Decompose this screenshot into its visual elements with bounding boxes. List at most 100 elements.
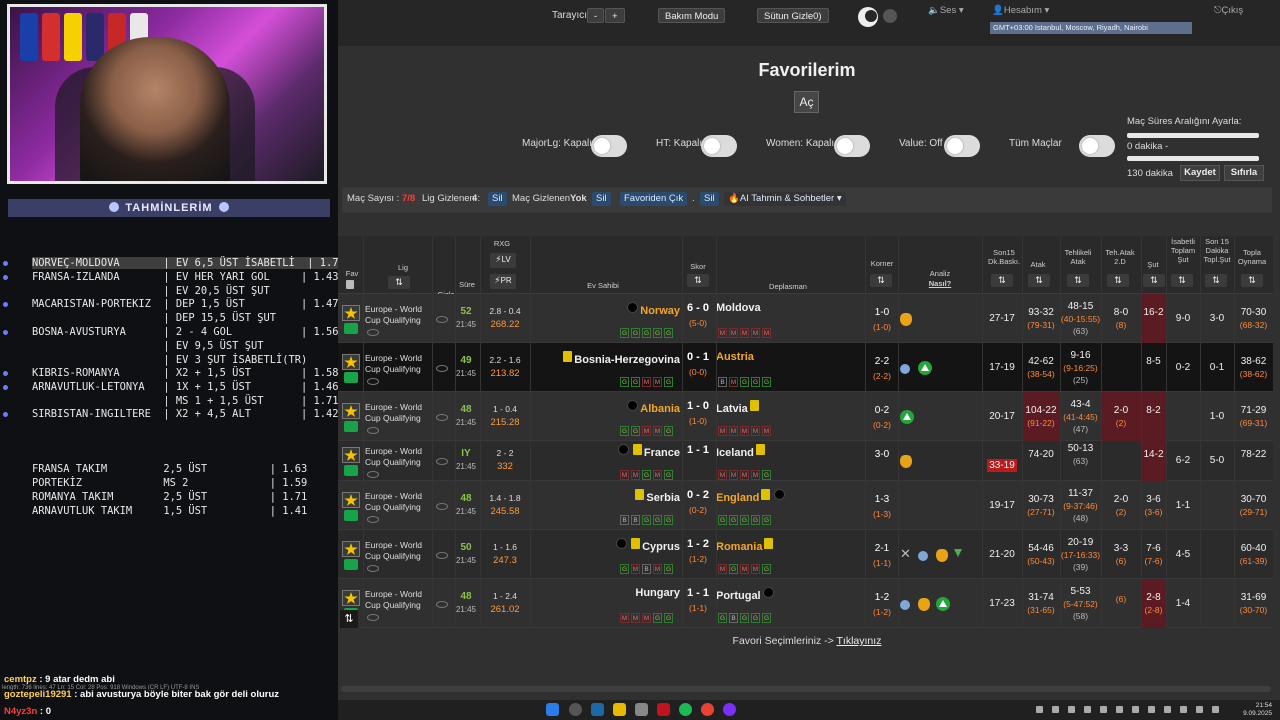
tray-icon[interactable]	[1084, 706, 1091, 713]
sort-button[interactable]: ⇅	[991, 274, 1013, 287]
tray-icon[interactable]	[1052, 706, 1059, 713]
reset-button[interactable]: Sıfırla	[1224, 165, 1264, 181]
money-bag-icon[interactable]	[918, 598, 930, 611]
spotify-icon[interactable]	[679, 703, 692, 716]
away-team[interactable]: Moldova	[716, 302, 761, 314]
tray-icon[interactable]	[1148, 706, 1155, 713]
logout-link[interactable]: ⎋Çıkış	[1214, 5, 1243, 16]
folder-icon[interactable]	[613, 703, 626, 716]
save-button[interactable]: Kaydet	[1180, 165, 1220, 181]
bomb-icon[interactable]	[900, 364, 910, 374]
zoom-in-button[interactable]: +	[605, 8, 625, 23]
sort-toggle-icon[interactable]: ⇅	[340, 610, 358, 628]
away-team[interactable]: Romania	[716, 538, 775, 553]
range-slider-min[interactable]	[1127, 133, 1259, 138]
sound-menu[interactable]: 🔈Ses ▾	[928, 5, 964, 16]
eye-icon[interactable]	[367, 378, 379, 385]
away-team[interactable]: Portugal	[716, 587, 776, 602]
sort-button[interactable]: ⇅	[870, 274, 892, 287]
league-name[interactable]: Europe - World Cup Qualifying	[365, 402, 435, 424]
live-tv-icon[interactable]	[344, 323, 358, 334]
live-tv-icon[interactable]	[344, 559, 358, 570]
system-clock[interactable]: 21:54 9.09.2025	[1243, 702, 1272, 718]
lv-sort-button[interactable]: ⚡LV	[490, 253, 516, 268]
zoom-out-button[interactable]: -	[587, 8, 605, 23]
money-bag-icon[interactable]	[936, 549, 948, 562]
hide-eye-icon[interactable]	[436, 414, 448, 421]
home-team[interactable]: Bosnia-Herzegovina	[561, 351, 680, 366]
live-tv-icon[interactable]	[344, 372, 358, 383]
sort-button[interactable]: ⇅	[1205, 274, 1227, 287]
steam-icon[interactable]	[591, 703, 604, 716]
arrow-up-icon[interactable]	[936, 597, 950, 611]
live-tv-icon[interactable]	[344, 421, 358, 432]
horizontal-scrollbar[interactable]	[341, 686, 1271, 692]
home-team[interactable]: Albania	[625, 400, 680, 415]
home-team[interactable]: Hungary	[635, 587, 680, 599]
opera-icon[interactable]	[657, 703, 670, 716]
money-bag-icon[interactable]	[900, 313, 912, 326]
tray-icon[interactable]	[1212, 706, 1219, 713]
toggle-switch[interactable]	[1079, 135, 1115, 157]
crossed-tools-icon[interactable]: ✕	[900, 546, 911, 562]
away-team[interactable]: Iceland	[716, 444, 767, 459]
footer-link[interactable]: Tıklayınız	[837, 635, 882, 647]
hide-eye-icon[interactable]	[436, 503, 448, 510]
tray-icon[interactable]	[1180, 706, 1187, 713]
away-team[interactable]: Latvia	[716, 400, 761, 415]
away-team[interactable]: Austria	[716, 351, 754, 363]
tray-icon[interactable]	[1164, 706, 1171, 713]
league-name[interactable]: Europe - World Cup Qualifying	[365, 589, 435, 611]
hide-eye-icon[interactable]	[436, 458, 448, 465]
sort-button[interactable]: ⇅	[1107, 274, 1129, 287]
clear-leagues-button[interactable]: Sil	[488, 192, 507, 206]
pr-sort-button[interactable]: ⚡PR	[490, 274, 516, 289]
sort-button[interactable]: ⇅	[1241, 274, 1263, 287]
search-icon[interactable]	[569, 703, 582, 716]
sort-button[interactable]: ⇅	[1067, 274, 1089, 287]
arrow-up-icon[interactable]	[900, 410, 914, 424]
tray-icon[interactable]	[1100, 706, 1107, 713]
home-team[interactable]: Serbia	[633, 489, 680, 504]
chrome-icon[interactable]	[701, 703, 714, 716]
trash-icon[interactable]	[346, 280, 354, 289]
hide-eye-icon[interactable]	[436, 316, 448, 323]
nasil-link[interactable]: Nasıl?	[928, 279, 952, 288]
dark-mode-icon[interactable]	[883, 9, 897, 23]
open-button[interactable]: Aç	[794, 91, 819, 113]
league-name[interactable]: Europe - World Cup Qualifying	[365, 304, 435, 326]
hide-eye-icon[interactable]	[436, 365, 448, 372]
live-tv-icon[interactable]	[344, 510, 358, 521]
home-team[interactable]: France	[616, 444, 680, 459]
league-name[interactable]: Europe - World Cup Qualifying	[365, 540, 435, 562]
tray-icon[interactable]	[1196, 706, 1203, 713]
cocktail-icon[interactable]	[954, 549, 962, 561]
eye-icon[interactable]	[367, 329, 379, 336]
range-slider-max[interactable]	[1127, 156, 1259, 161]
eye-icon[interactable]	[367, 471, 379, 478]
league-name[interactable]: Europe - World Cup Qualifying	[365, 446, 435, 468]
eye-icon[interactable]	[367, 565, 379, 572]
theme-toggle-icon[interactable]	[858, 7, 878, 27]
bomb-icon[interactable]	[900, 600, 910, 610]
hide-eye-icon[interactable]	[436, 552, 448, 559]
league-name[interactable]: Europe - World Cup Qualifying	[365, 353, 435, 375]
league-name[interactable]: Europe - World Cup Qualifying	[365, 491, 435, 513]
live-tv-icon[interactable]	[344, 465, 358, 476]
account-menu[interactable]: 👤Hesabım ▾	[992, 5, 1049, 16]
sort-button[interactable]: ⇅	[1028, 274, 1050, 287]
sort-button[interactable]: ⇅	[687, 274, 709, 287]
bomb-icon[interactable]	[918, 551, 928, 561]
sort-button[interactable]: ⇅	[388, 276, 410, 289]
sort-button[interactable]: ⇅	[1171, 274, 1193, 287]
maintenance-mode-button[interactable]: Bakım Modu	[658, 8, 726, 23]
eye-icon[interactable]	[367, 614, 379, 621]
home-team[interactable]: Cyprus	[614, 538, 680, 553]
money-bag-icon[interactable]	[900, 455, 912, 468]
tablet-icon[interactable]	[635, 703, 648, 716]
hide-columns-button[interactable]: Sütun Gizle0)	[757, 8, 829, 23]
sort-button[interactable]: ⇅	[1143, 274, 1165, 287]
tray-icon[interactable]	[1132, 706, 1139, 713]
away-team[interactable]: England	[716, 489, 787, 504]
tray-icon[interactable]	[1068, 706, 1075, 713]
